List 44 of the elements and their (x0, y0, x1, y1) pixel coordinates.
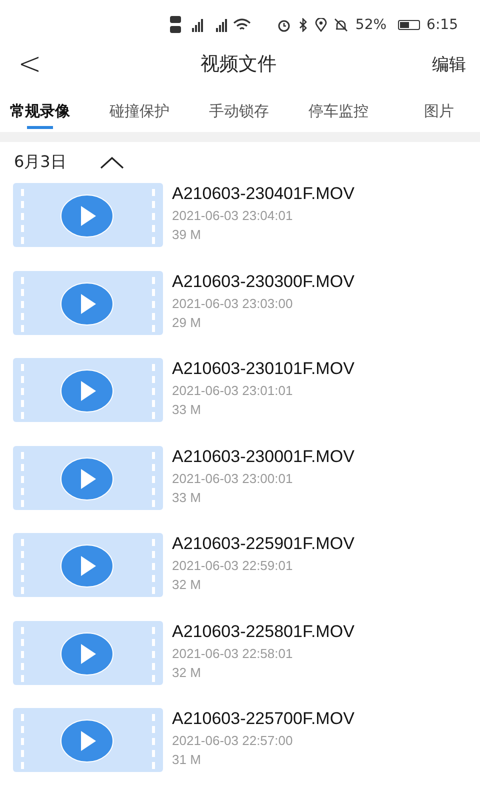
file-name: A210603-230300F.MOV (172, 272, 354, 292)
tab[interactable]: 碰撞保护 (110, 90, 170, 132)
back-button[interactable]: < (14, 48, 46, 80)
file-size: 39 M (172, 227, 202, 242)
location-icon (315, 18, 328, 32)
clock: 6:15 (426, 17, 458, 33)
battery-percent: 52% (355, 17, 387, 33)
collapse-icon[interactable] (100, 156, 124, 170)
file-size: 31 M (172, 752, 202, 767)
mute-icon (334, 18, 348, 32)
file-date: 2021-06-03 23:01:01 (172, 383, 294, 398)
video-thumbnail[interactable] (13, 446, 163, 510)
tab[interactable]: 手动锁存 (209, 90, 269, 132)
file-date: 2021-06-03 22:59:01 (172, 558, 294, 573)
file-date: 2021-06-03 23:03:00 (172, 296, 294, 310)
alarm-icon (277, 18, 292, 32)
file-date: 2021-06-03 23:04:01 (172, 208, 294, 223)
file-size: 33 M (172, 490, 202, 504)
file-name: A210603-225901F.MOV (172, 534, 354, 554)
file-name: A210603-230401F.MOV (172, 184, 354, 204)
file-size: 32 M (172, 664, 202, 680)
file-name: A210603-230001F.MOV (172, 446, 354, 466)
bluetooth-icon (298, 18, 308, 32)
video-thumbnail[interactable] (13, 708, 163, 772)
page-title: 视频文件 (200, 52, 277, 77)
date-heading: 6月3日 (14, 152, 66, 173)
video-thumbnail[interactable] (13, 358, 163, 422)
file-date: 2021-06-03 23:00:01 (172, 470, 294, 486)
file-size: 29 M (172, 314, 202, 330)
video-thumbnail[interactable] (13, 183, 163, 247)
video-thumbnail[interactable] (13, 533, 163, 597)
tab[interactable]: 图片 (408, 90, 470, 132)
video-thumbnail[interactable] (13, 270, 163, 334)
file-size: 32 M (172, 577, 202, 592)
edit-button[interactable]: 编辑 (432, 52, 466, 76)
file-size: 33 M (172, 402, 202, 417)
file-name: A210603-225801F.MOV (172, 622, 354, 642)
file-date: 2021-06-03 22:58:01 (172, 646, 294, 660)
file-date: 2021-06-03 22:57:00 (172, 733, 294, 748)
tab[interactable]: 停车监控 (308, 90, 368, 132)
battery-icon (398, 20, 420, 30)
file-name: A210603-225700F.MOV (172, 709, 354, 729)
video-thumbnail[interactable] (13, 620, 163, 684)
file-name: A210603-230101F.MOV (172, 359, 354, 379)
